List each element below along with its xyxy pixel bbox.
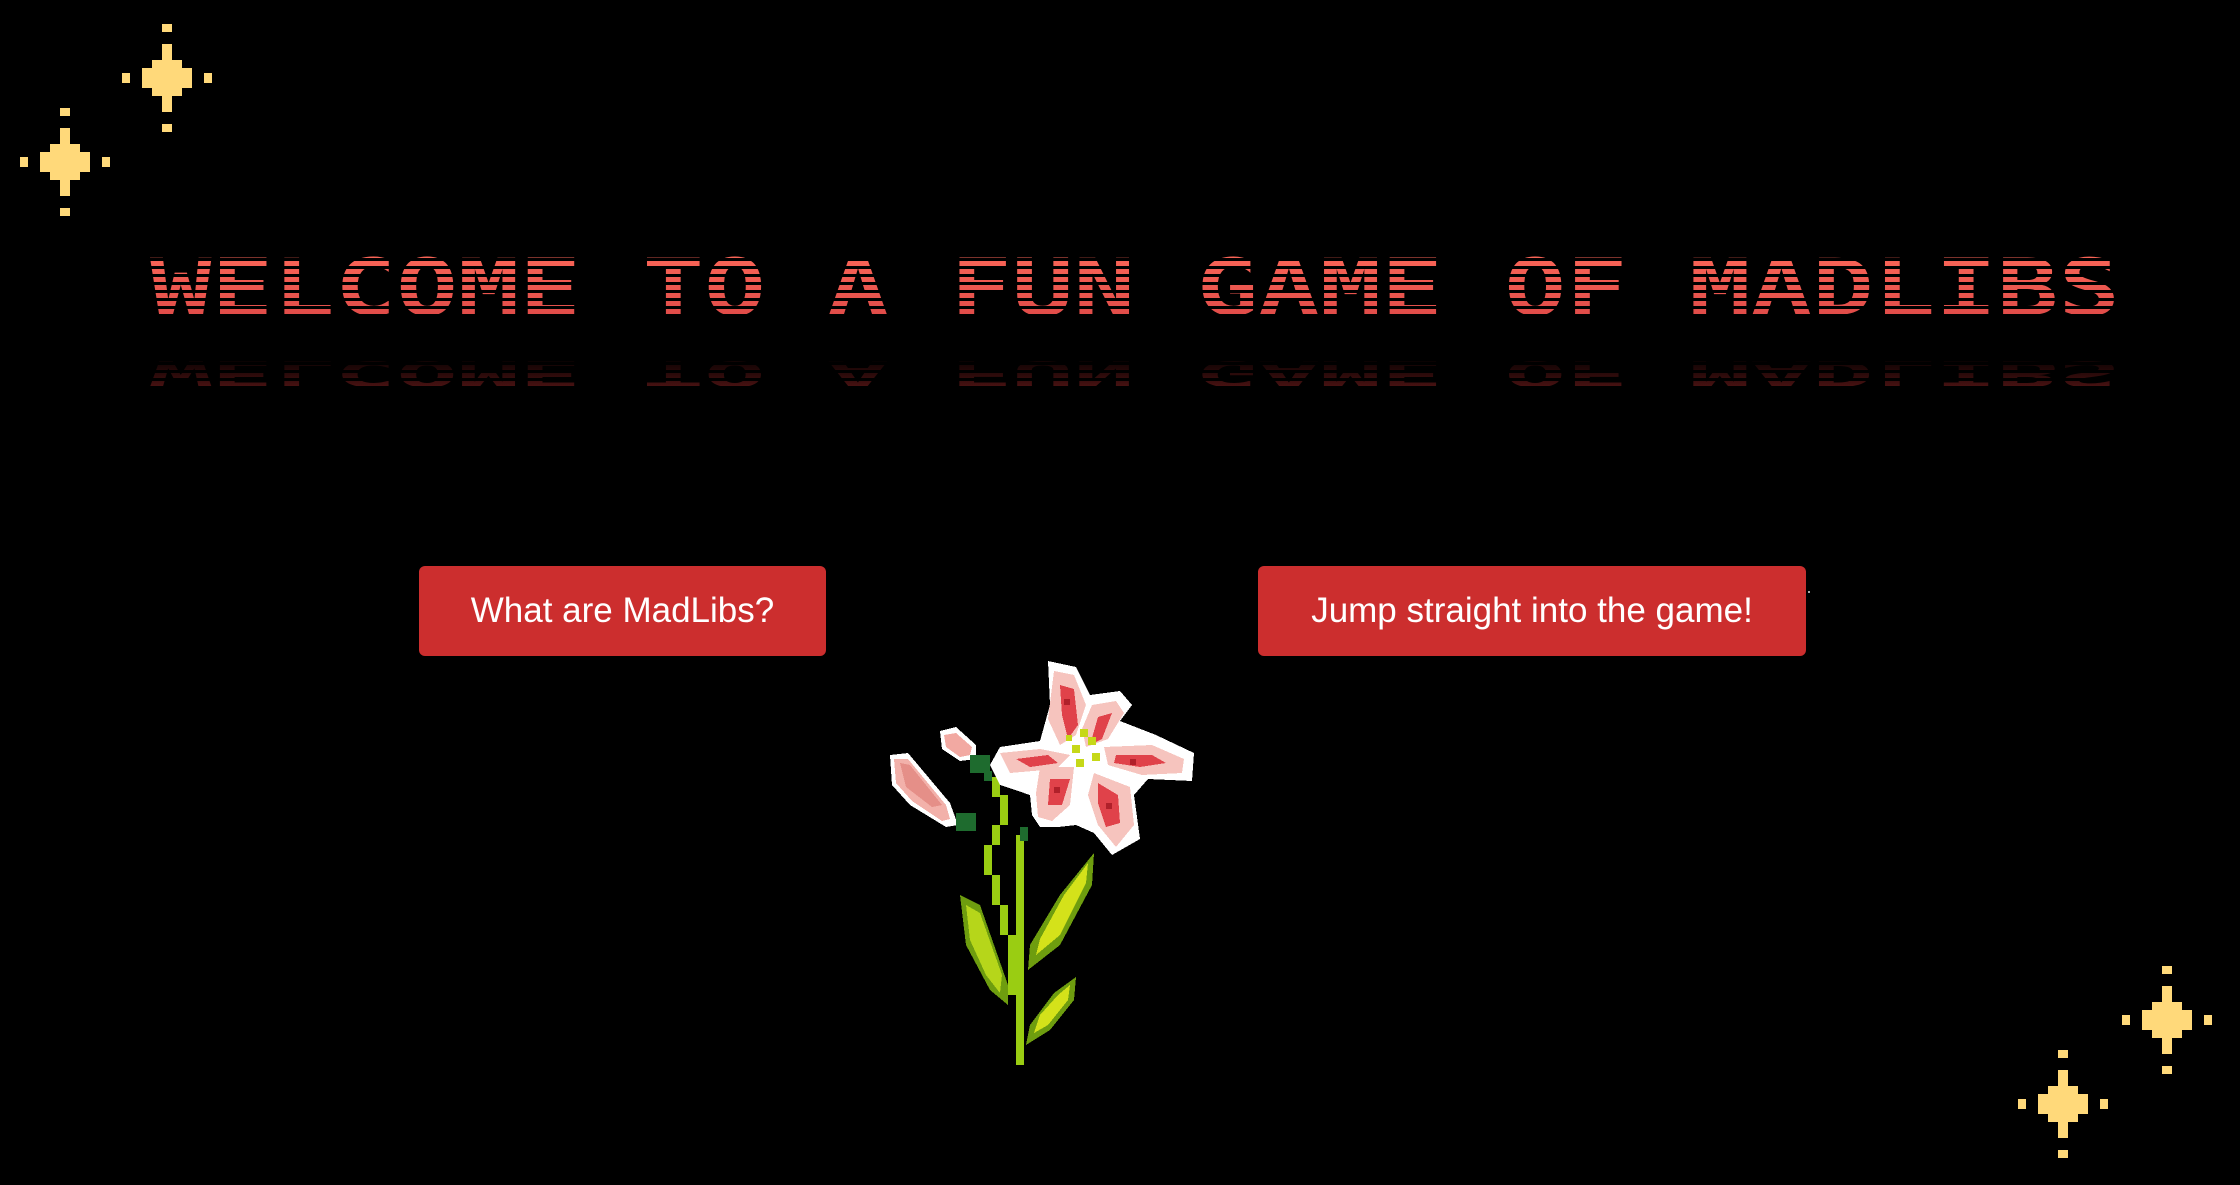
- game-start-screen: WELCOME TO A FUN GAME OF MADLIBS WELCOME…: [0, 0, 2240, 1185]
- what-are-madlibs-label: What are MadLibs?: [470, 591, 775, 630]
- title-text-graphic: WELCOME TO A FUN GAME OF MADLIBS WELCOME…: [150, 245, 2120, 394]
- title-reflection: WELCOME TO A FUN GAME OF MADLIBS: [150, 353, 2120, 394]
- jump-into-game-label: Jump straight into the game!: [1311, 591, 1753, 630]
- sparkle-icon: [2018, 1050, 2108, 1158]
- page-title: WELCOME TO A FUN GAME OF MADLIBS WELCOME…: [150, 245, 2130, 405]
- sparkle-icon: [2122, 966, 2212, 1074]
- stray-pixel: [1808, 591, 1810, 593]
- title-text: WELCOME TO A FUN GAME OF MADLIBS: [150, 245, 2120, 334]
- what-are-madlibs-button[interactable]: What are MadLibs?: [419, 566, 826, 656]
- sparkle-icon: [122, 24, 212, 132]
- lily-flower-icon: [890, 661, 1194, 1065]
- jump-into-game-button[interactable]: Jump straight into the game!: [1258, 566, 1806, 656]
- sparkle-icon: [20, 108, 110, 216]
